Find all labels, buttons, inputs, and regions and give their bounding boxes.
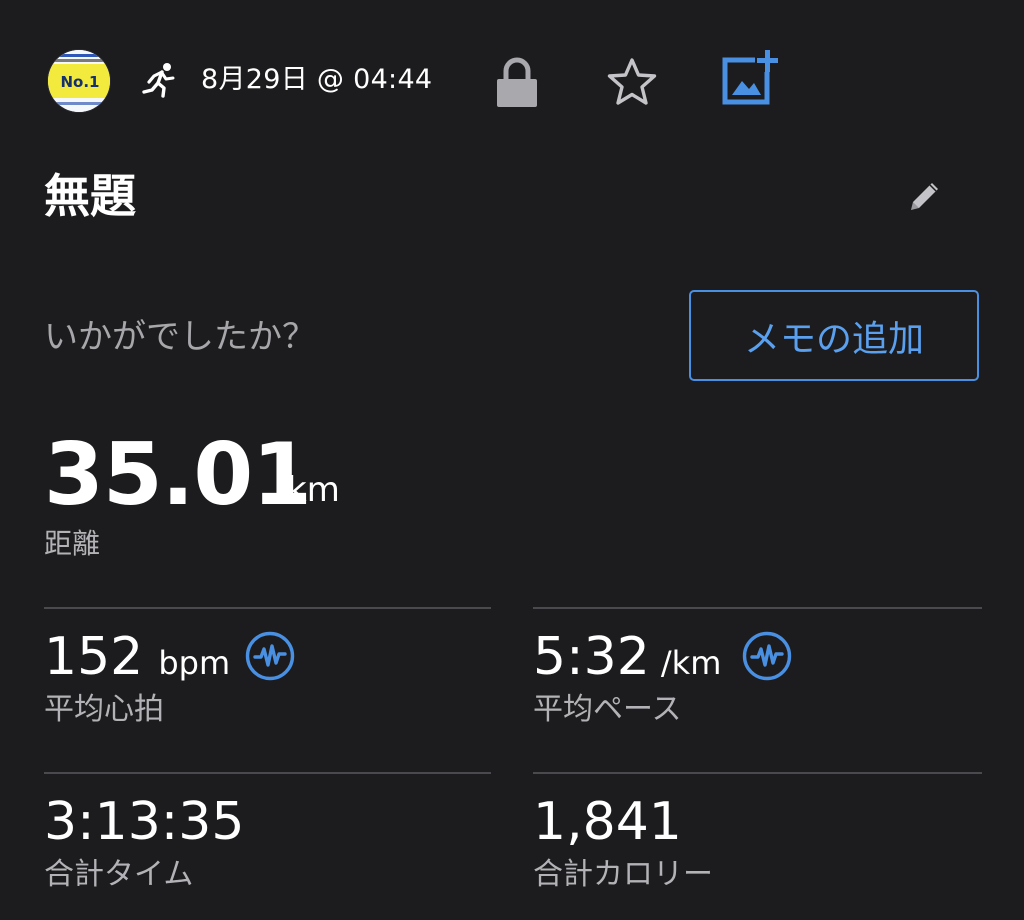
stat-avg-pace[interactable]: 5:32 /km: [533, 625, 721, 695]
stat-avg-heart-rate[interactable]: 152 bpm: [44, 625, 230, 695]
divider: [44, 607, 491, 609]
total-calories-label: 合計カロリー: [533, 857, 713, 892]
avatar-stripe: [54, 102, 102, 105]
activity-datetime: 8月29日 @ 04:44: [201, 64, 433, 95]
divider: [533, 607, 982, 609]
running-person-icon: [142, 63, 175, 98]
avg-pace-label: 平均ペース: [533, 692, 682, 727]
pencil-edit-icon[interactable]: [903, 176, 945, 218]
star-icon[interactable]: [605, 56, 659, 108]
avg-heart-rate-label: 平均心拍: [44, 692, 164, 727]
avatar-stripe: [52, 59, 106, 62]
stat-total-calories[interactable]: 1,841: [533, 790, 682, 854]
divider: [533, 772, 982, 774]
avg-pace-unit: /km: [660, 644, 722, 682]
avatar[interactable]: No.1: [48, 50, 110, 112]
activity-title: 無題: [44, 169, 136, 223]
stat-total-time[interactable]: 3:13:35: [44, 790, 244, 854]
pulse-icon[interactable]: [244, 630, 296, 682]
total-time-value: 3:13:35: [44, 792, 245, 852]
add-memo-button[interactable]: メモの追加: [689, 290, 979, 381]
total-calories-value: 1,841: [533, 792, 682, 852]
avatar-badge-text: No.1: [60, 73, 100, 91]
avg-pace-value: 5:32: [533, 627, 650, 687]
lock-icon[interactable]: [494, 56, 540, 108]
add-memo-button-label: メモの追加: [743, 318, 924, 360]
avg-heart-rate-unit: bpm: [158, 644, 231, 682]
distance-label: 距離: [44, 527, 101, 560]
avatar-band-bottom: [48, 98, 110, 112]
total-time-label: 合計タイム: [44, 857, 194, 892]
avg-heart-rate-value: 152: [44, 627, 144, 687]
distance-unit: km: [287, 470, 340, 510]
add-photo-icon[interactable]: [721, 48, 779, 106]
distance-value: 35.01: [44, 425, 312, 525]
feedback-question: いかがでしたか？: [44, 317, 316, 357]
divider: [44, 772, 491, 774]
pulse-icon[interactable]: [741, 630, 793, 682]
avatar-stripe: [54, 54, 104, 57]
